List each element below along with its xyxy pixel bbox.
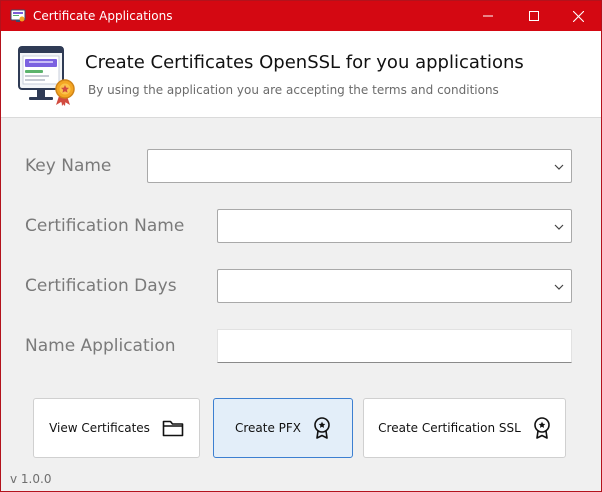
certification-name-combobox[interactable] <box>217 209 572 243</box>
window-title: Certificate Applications <box>33 9 173 23</box>
header-subtitle: By using the application you are accepti… <box>88 83 499 97</box>
chevron-down-icon <box>554 224 564 230</box>
key-name-label: Key Name <box>25 156 112 176</box>
award-icon <box>314 417 330 439</box>
minimize-button[interactable] <box>465 1 511 31</box>
view-certificates-button[interactable]: View Certificates <box>33 398 200 458</box>
chevron-down-icon <box>554 284 564 290</box>
create-certification-ssl-button[interactable]: Create Certification SSL <box>363 398 566 458</box>
name-application-input[interactable] <box>217 329 572 363</box>
maximize-button[interactable] <box>511 1 557 31</box>
app-window: Certificate Applications Create Certific… <box>0 0 602 492</box>
computer-certificate-icon <box>18 46 75 106</box>
version-label: v 1.0.0 <box>10 472 52 486</box>
title-bar[interactable]: Certificate Applications <box>1 1 601 31</box>
header-title: Create Certificates OpenSSL for you appl… <box>85 52 524 73</box>
maximize-icon <box>529 11 539 21</box>
close-icon <box>572 10 584 22</box>
award-icon <box>534 417 550 439</box>
create-pfx-button[interactable]: Create PFX <box>213 398 353 458</box>
certification-name-label: Certification Name <box>25 216 185 236</box>
certification-days-combobox[interactable] <box>217 269 572 303</box>
close-button[interactable] <box>555 1 601 31</box>
minimize-icon <box>483 15 493 17</box>
key-name-combobox[interactable] <box>147 149 572 183</box>
chevron-down-icon <box>554 164 564 170</box>
header-panel: Create Certificates OpenSSL for you appl… <box>1 31 601 118</box>
name-application-label: Name Application <box>25 336 176 356</box>
create-certification-ssl-label: Create Certification SSL <box>378 421 521 435</box>
certification-days-label: Certification Days <box>25 276 177 296</box>
create-pfx-label: Create PFX <box>234 421 302 435</box>
app-icon <box>10 9 26 22</box>
folder-icon <box>162 420 184 437</box>
view-certificates-label: View Certificates <box>49 421 150 435</box>
